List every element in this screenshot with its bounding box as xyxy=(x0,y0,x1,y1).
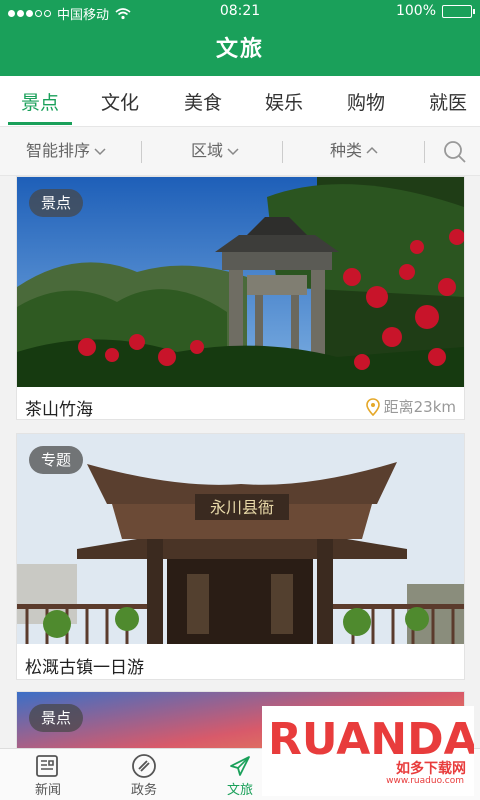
gate-signboard-text: 永川县衙 xyxy=(210,498,274,517)
battery-percent: 100% xyxy=(395,3,436,19)
attraction-title: 茶山竹海 xyxy=(25,400,93,420)
list-item[interactable]: 永川县衙 专题 松溉古镇一日游 xyxy=(16,433,465,680)
divider xyxy=(424,141,425,163)
nav-label: 政务 xyxy=(130,783,157,798)
tab-entertainment[interactable]: 娱乐 xyxy=(244,76,324,126)
sort-dropdown[interactable]: 智能排序 xyxy=(26,127,106,175)
nav-government[interactable]: 政务 xyxy=(96,749,192,800)
divider xyxy=(282,141,283,163)
category-badge: 景点 xyxy=(29,704,84,732)
chevron-down-icon xyxy=(94,148,106,156)
tab-shopping[interactable]: 购物 xyxy=(326,76,406,126)
battery-icon xyxy=(442,4,475,18)
nav-label: 新闻 xyxy=(34,783,61,798)
region-dropdown[interactable]: 区域 xyxy=(191,127,239,175)
tab-medical[interactable]: 就医 xyxy=(408,76,480,126)
nav-news[interactable]: 新闻 xyxy=(0,749,96,800)
category-badge: 专题 xyxy=(29,446,84,474)
badge-icon xyxy=(132,754,156,778)
chevron-up-icon xyxy=(366,146,378,154)
attraction-title: 松溉古镇一日游 xyxy=(25,658,144,678)
watermark-url: www.ruaduo.com xyxy=(386,776,464,786)
airplane-icon xyxy=(230,756,250,776)
attraction-photo: 景点 xyxy=(17,177,464,387)
category-label: 种类 xyxy=(330,141,363,160)
search-icon[interactable] xyxy=(442,139,468,165)
nav-label: 文旅 xyxy=(226,783,253,798)
tab-food[interactable]: 美食 xyxy=(163,76,243,126)
region-label: 区域 xyxy=(191,141,224,160)
attraction-photo: 永川县衙 专题 xyxy=(17,434,464,644)
sort-label: 智能排序 xyxy=(26,141,91,160)
tab-culture[interactable]: 文化 xyxy=(80,76,160,126)
page-title: 文旅 xyxy=(215,37,264,62)
category-badge: 景点 xyxy=(29,189,84,217)
category-tabs: 景点 文化 美食 娱乐 购物 就医 xyxy=(0,76,480,126)
list-item[interactable]: 景点 茶山竹海 距离23km xyxy=(16,176,465,420)
distance-text: 距离23km xyxy=(383,398,456,416)
app-header: 文旅 xyxy=(0,24,480,76)
divider xyxy=(141,141,142,163)
tab-attractions[interactable]: 景点 xyxy=(0,76,80,126)
chevron-down-icon xyxy=(227,148,239,156)
watermark-name: 如多下载网 xyxy=(396,761,466,777)
location-pin-icon xyxy=(365,397,380,416)
distance-info: 距离23km xyxy=(365,396,456,417)
status-bar: 中国移动 08:21 100% xyxy=(0,0,480,24)
watermark-logo: RUANDADO 如多下载网 www.ruaduo.com xyxy=(262,706,480,796)
newspaper-icon xyxy=(36,755,58,777)
filter-bar: 智能排序 区域 种类 xyxy=(0,126,480,176)
attraction-list: 景点 茶山竹海 距离23km 永川县衙 专题 松溉古镇一日游 景点 xyxy=(0,176,480,750)
category-dropdown[interactable]: 种类 xyxy=(330,127,378,175)
